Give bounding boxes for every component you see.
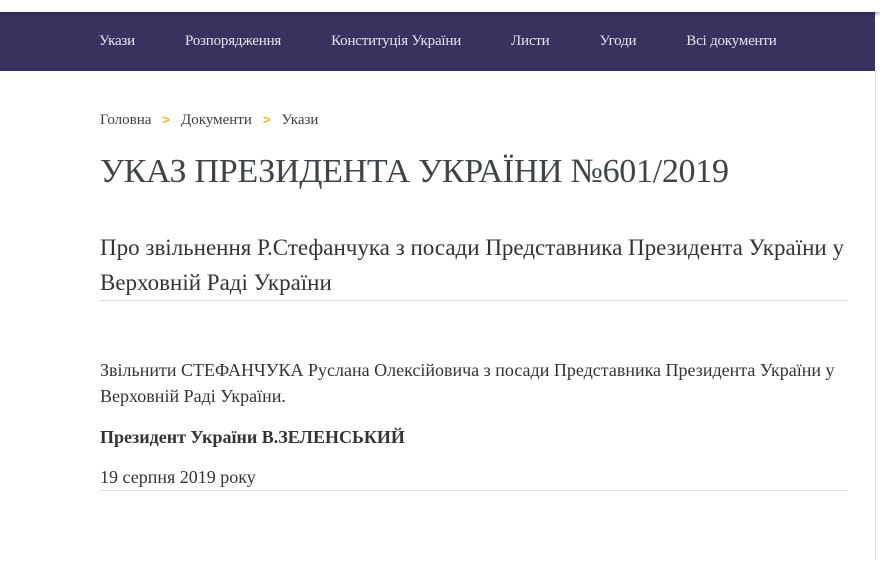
chevron-right-icon: > — [162, 112, 170, 127]
scrollbar[interactable] — [875, 71, 876, 560]
header-strip — [0, 0, 880, 12]
main-nav: Укази Розпорядження Конституція України … — [0, 12, 875, 71]
nav-item-orders[interactable]: Розпорядження — [185, 33, 281, 50]
breadcrumb-item-documents[interactable]: Документи — [181, 112, 252, 129]
document-subtitle: Про звільнення Р.Стефанчука з посади Пре… — [100, 230, 848, 300]
divider-top — [100, 300, 848, 301]
breadcrumb: Головна > Документи > Укази — [100, 112, 848, 129]
nav-item-agreements[interactable]: Угоди — [599, 33, 636, 50]
breadcrumb-item-home[interactable]: Головна — [100, 112, 151, 129]
content-area: Головна > Документи > Укази УКАЗ ПРЕЗИДЕ… — [100, 112, 848, 491]
divider-bottom — [100, 490, 848, 491]
signature-line: Президент України В.ЗЕЛЕНСЬКИЙ — [100, 424, 848, 450]
breadcrumb-item-decrees-current: Укази — [281, 112, 318, 129]
chevron-right-icon: > — [263, 112, 271, 127]
nav-item-letters[interactable]: Листи — [511, 33, 549, 50]
document-date: 19 серпня 2019 року — [100, 464, 848, 490]
document-body-text: Звільнити СТЕФАНЧУКА Руслана Олексійович… — [100, 357, 848, 409]
nav-item-constitution[interactable]: Конституція України — [331, 33, 461, 50]
nav-item-decrees[interactable]: Укази — [99, 33, 135, 50]
page-title: УКАЗ ПРЕЗИДЕНТА УКРАЇНИ №601/2019 — [100, 150, 848, 194]
nav-item-all-documents[interactable]: Всі документи — [686, 33, 776, 50]
